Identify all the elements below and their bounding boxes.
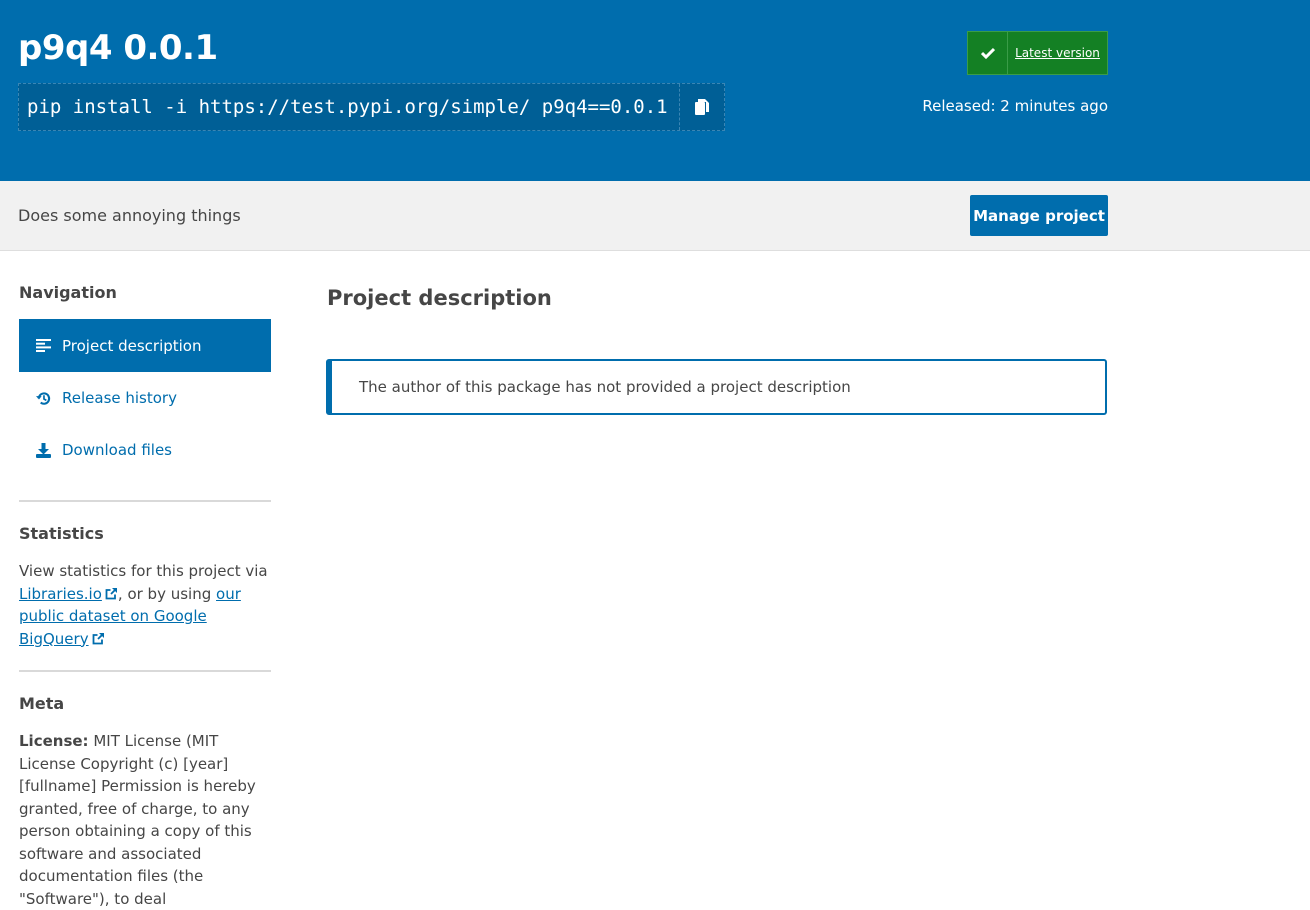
external-link-icon <box>92 632 104 644</box>
sidebar-item-project-description[interactable]: Project description <box>19 319 271 372</box>
license-value: MIT License (MIT License Copyright (c) [… <box>19 732 256 908</box>
sidebar-item-label: Project description <box>62 336 202 355</box>
no-description-callout: The author of this package has not provi… <box>326 359 1107 415</box>
license-text: License: MIT License (MIT License Copyri… <box>19 730 271 910</box>
package-summary-bar: Does some annoying things Manage project <box>0 181 1310 251</box>
license-label: License: <box>19 732 89 750</box>
sidebar-item-download-files[interactable]: Download files <box>19 424 271 476</box>
sidebar: Navigation Project description Release h… <box>19 283 271 910</box>
libraries-io-link[interactable]: Libraries.io <box>19 585 102 603</box>
statistics-heading: Statistics <box>19 524 104 543</box>
external-link-icon <box>105 587 118 599</box>
sidebar-item-label: Release history <box>62 389 177 407</box>
manage-project-button[interactable]: Manage project <box>970 195 1108 236</box>
project-description-heading: Project description <box>327 286 552 310</box>
copy-button[interactable] <box>679 84 724 130</box>
pip-command-text[interactable]: pip install -i https://test.pypi.org/sim… <box>19 96 679 118</box>
statistics-text: View statistics for this project via Lib… <box>19 560 271 650</box>
meta-heading: Meta <box>19 694 65 713</box>
check-icon <box>968 32 1008 74</box>
callout-text: The author of this package has not provi… <box>359 378 851 396</box>
pip-command-box: pip install -i https://test.pypi.org/sim… <box>18 83 725 131</box>
package-title: p9q4 0.0.1 <box>18 28 218 68</box>
statistics-prefix: View statistics for this project via <box>19 562 268 580</box>
sidebar-divider <box>19 500 271 502</box>
download-icon <box>36 442 51 458</box>
sidebar-nav: Project description Release history Down… <box>19 319 271 476</box>
latest-version-link[interactable]: Latest version <box>1008 46 1107 60</box>
history-icon <box>36 391 51 405</box>
navigation-heading: Navigation <box>19 283 117 302</box>
copy-icon <box>695 99 710 115</box>
statistics-middle: , or by using <box>117 584 212 603</box>
sidebar-item-label: Download files <box>62 441 172 459</box>
sidebar-divider <box>19 670 271 672</box>
sidebar-item-release-history[interactable]: Release history <box>19 372 271 424</box>
latest-version-badge[interactable]: Latest version <box>967 31 1108 75</box>
align-left-icon <box>36 339 51 352</box>
package-summary: Does some annoying things <box>18 206 241 225</box>
release-date: Released: 2 minutes ago <box>922 97 1108 115</box>
header-banner: p9q4 0.0.1 pip install -i https://test.p… <box>0 0 1310 181</box>
